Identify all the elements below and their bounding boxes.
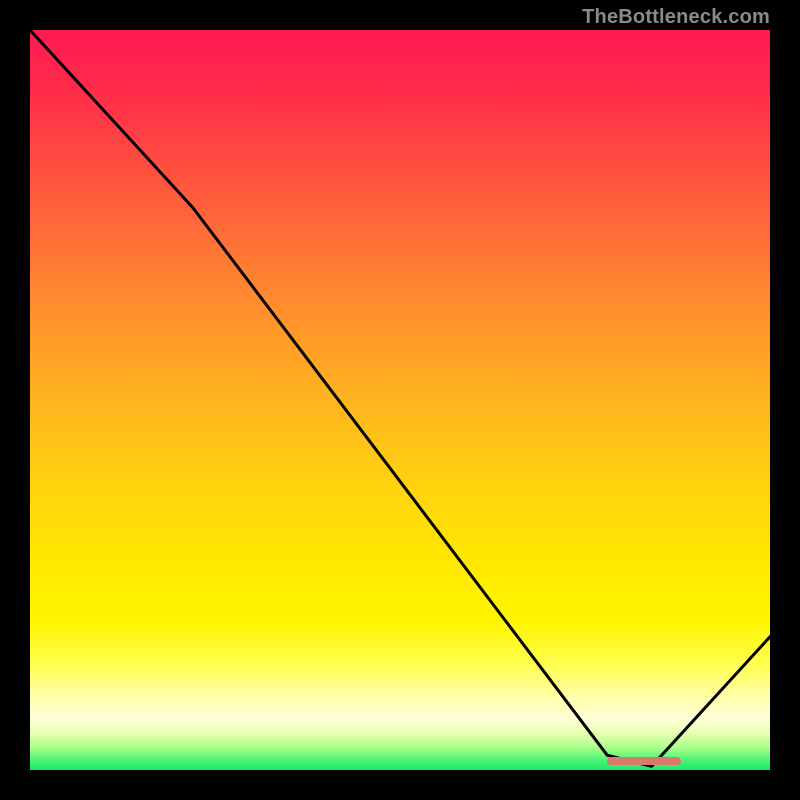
plot-area bbox=[30, 30, 770, 770]
line-curve bbox=[30, 30, 770, 770]
attribution-text: TheBottleneck.com bbox=[582, 6, 770, 29]
curve-path bbox=[30, 30, 770, 766]
chart-frame: TheBottleneck.com bbox=[0, 0, 800, 800]
optimum-marker bbox=[607, 757, 681, 765]
